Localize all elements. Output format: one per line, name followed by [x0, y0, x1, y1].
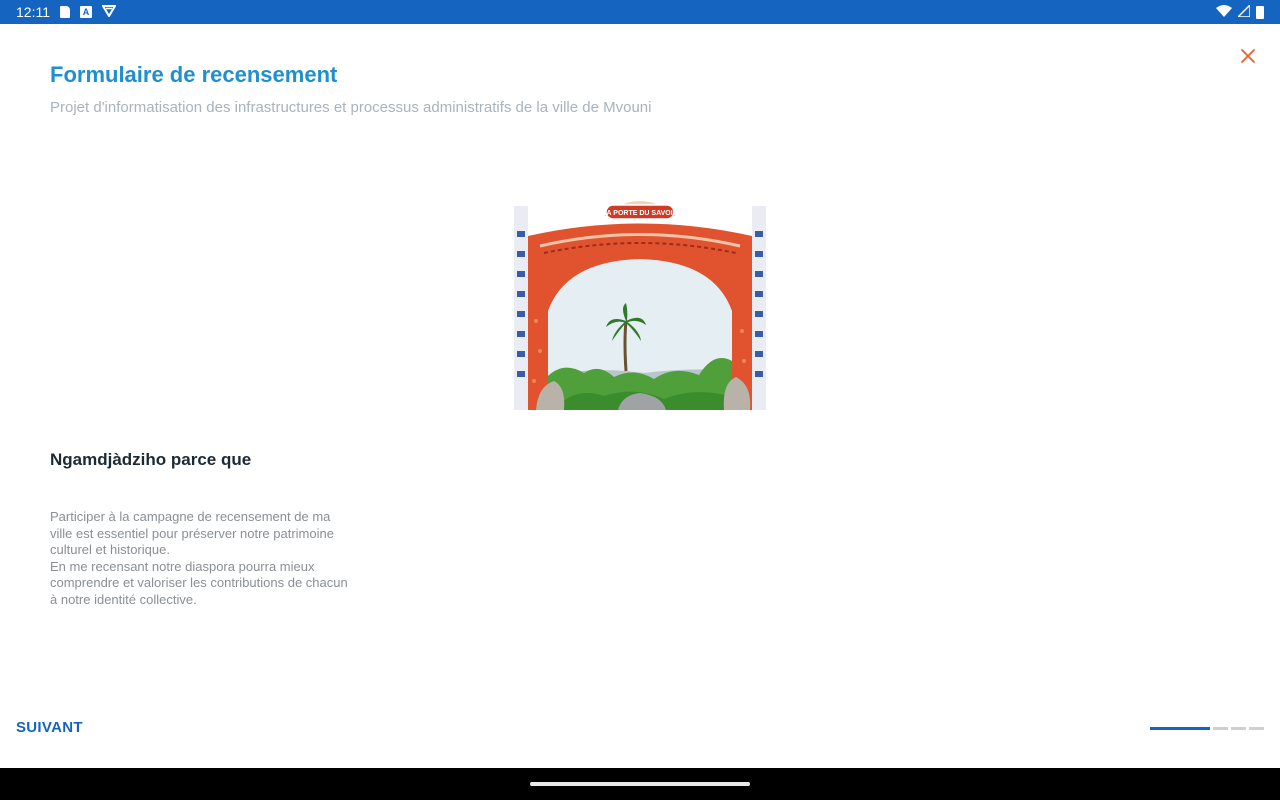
status-left: 12:11 A: [16, 4, 117, 20]
census-form-screen: Formulaire de recensement Projet d'infor…: [0, 24, 1280, 768]
cell-signal-icon: [1236, 3, 1251, 20]
census-motivation-text: Participer à la campagne de recensement …: [50, 509, 348, 607]
page-subtitle: Projet d'informatisation des infrastruct…: [50, 99, 652, 116]
text-a-icon: A: [80, 6, 92, 18]
status-right: [1216, 3, 1264, 20]
progress-step-2: [1213, 727, 1228, 730]
close-icon: [1241, 49, 1255, 63]
progress-step-1: [1150, 727, 1210, 730]
progress-step-4: [1249, 727, 1264, 730]
section-heading: Ngamdjàdziho parce que: [50, 450, 252, 469]
system-navigation-bar: [0, 768, 1280, 800]
step-progress-indicator: [1150, 727, 1264, 730]
wifi-icon: [1216, 4, 1232, 20]
next-button[interactable]: SUIVANT: [16, 719, 83, 736]
progress-step-3: [1231, 727, 1246, 730]
city-gate-image: LA PORTE DU SAVOIR: [514, 191, 766, 410]
vpn-shield-icon: [101, 4, 117, 20]
battery-icon: [1256, 5, 1264, 19]
status-bar: 12:11 A: [0, 0, 1280, 24]
status-time: 12:11: [16, 4, 50, 20]
close-button[interactable]: [1236, 44, 1260, 68]
page-title: Formulaire de recensement: [50, 62, 338, 87]
gate-sign-text: LA PORTE DU SAVOIR: [602, 210, 677, 217]
sd-card-icon: [60, 6, 70, 18]
home-gesture-handle[interactable]: [530, 782, 750, 786]
